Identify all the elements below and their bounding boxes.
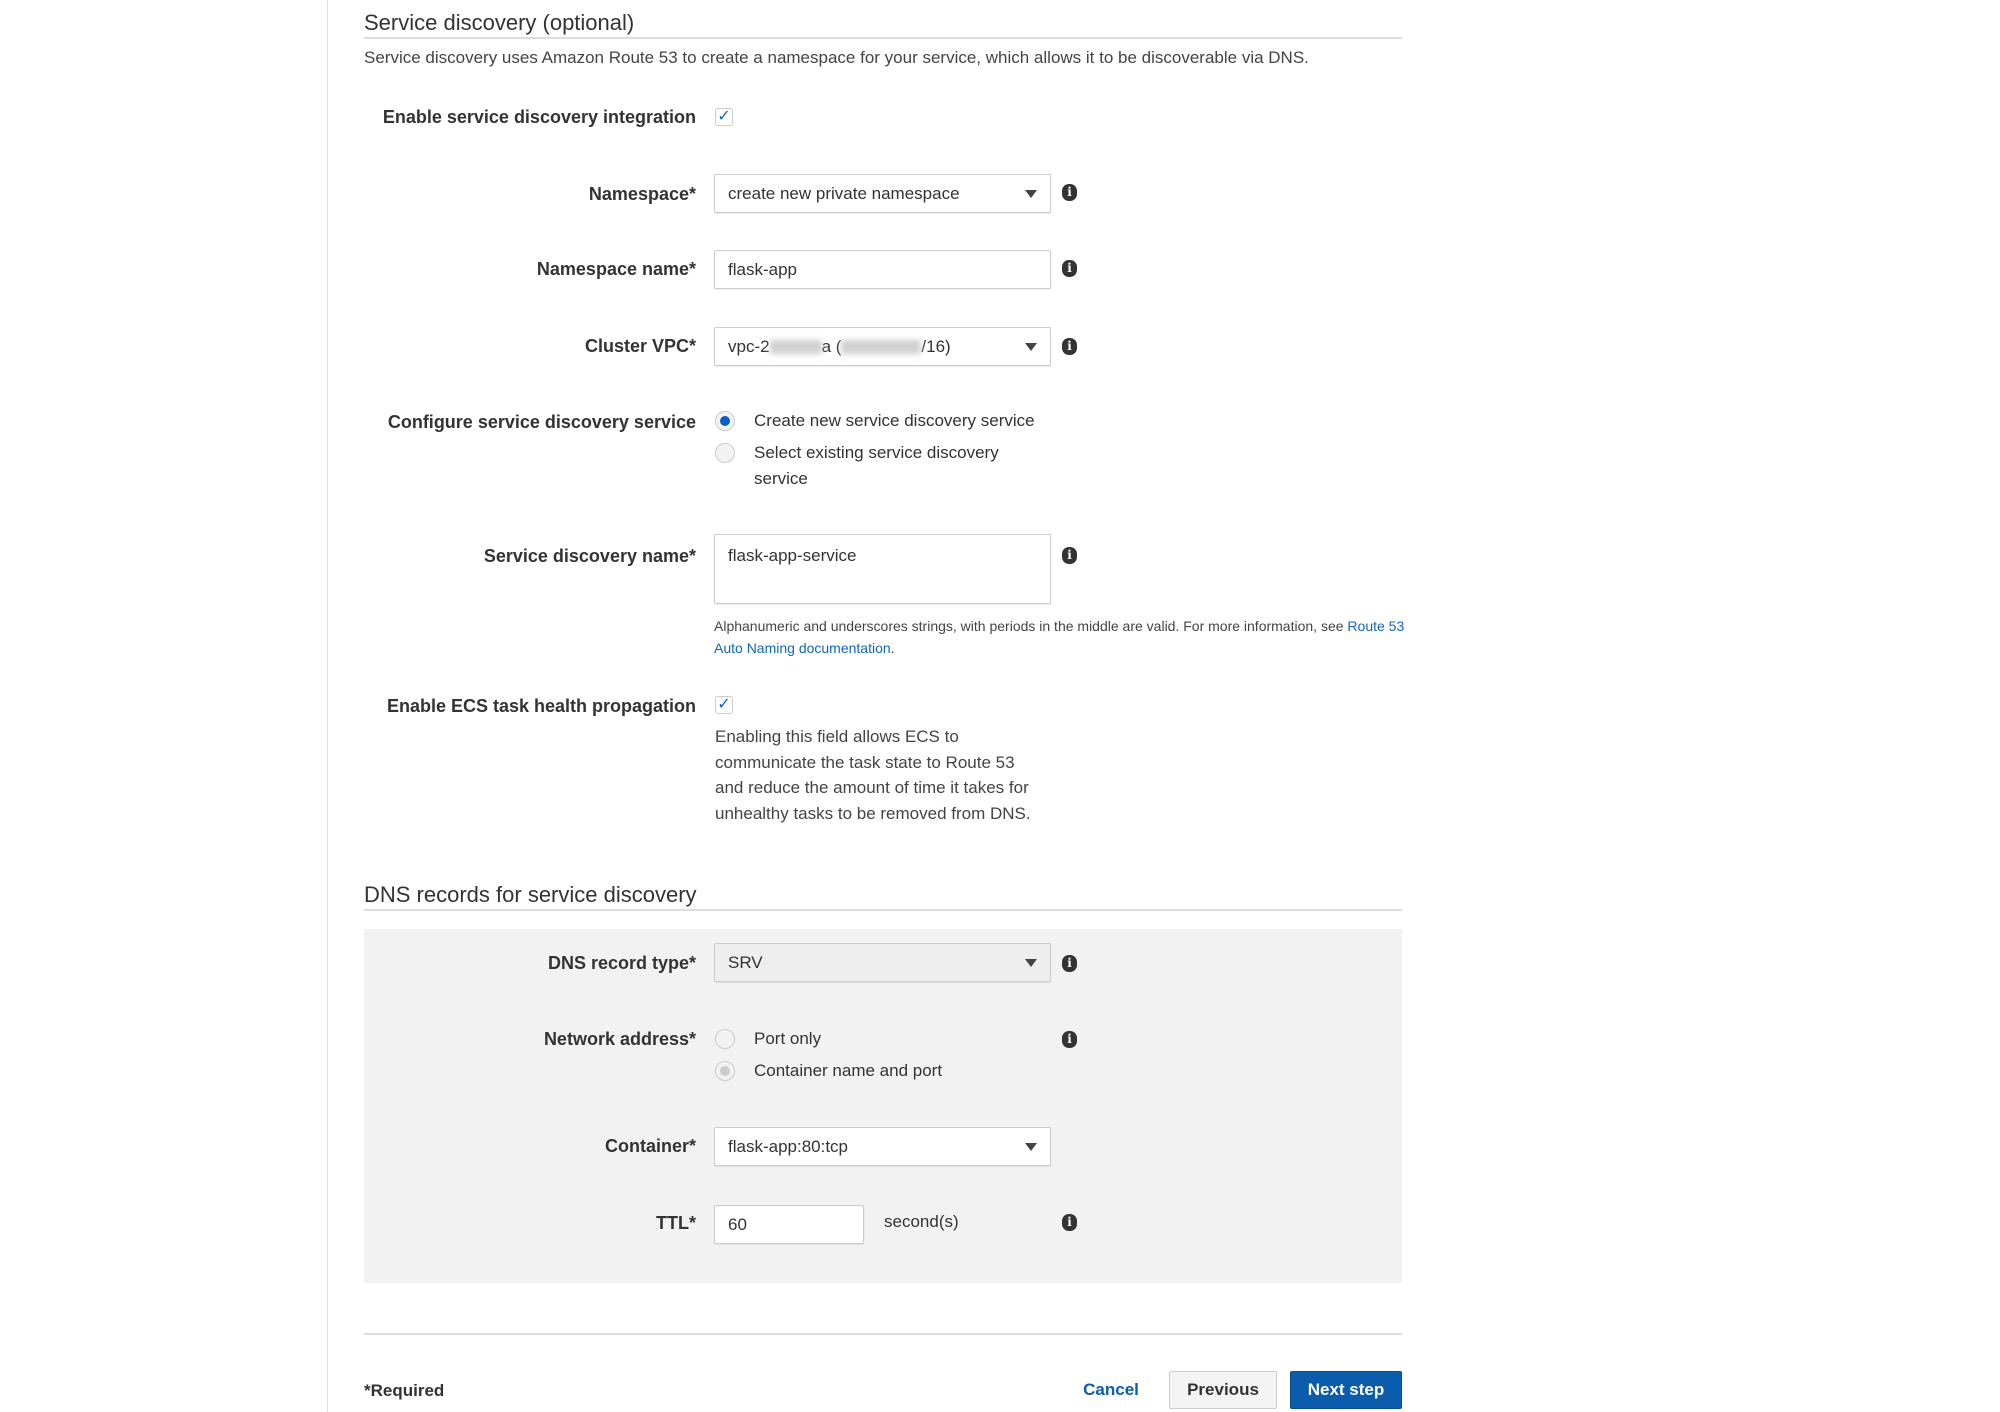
required-note: *Required [364,1381,445,1400]
container-value: flask-app:80:tcp [728,1136,849,1156]
radio-create-new[interactable] [715,411,735,431]
vpc-prefix: vpc-2 [728,336,770,356]
cluster-vpc-label: Cluster VPC* [584,336,696,356]
info-icon[interactable]: i [1062,547,1077,564]
radio-select-existing-label: Select existing service discovery servic… [754,443,999,488]
container-select[interactable]: flask-app:80:tcp [714,1127,1051,1166]
check-icon: ✓ [717,696,731,713]
caret-down-icon [1025,1143,1037,1151]
caret-down-icon [1025,959,1037,967]
divider [364,909,1402,911]
namespace-name-input[interactable]: flask-app [714,250,1051,289]
sd-name-value: flask-app-service [728,546,857,565]
footer-divider [364,1333,1402,1335]
vpc-suffix: /16) [921,336,951,356]
ttl-input[interactable]: 60 [714,1205,864,1244]
cluster-vpc-select[interactable]: vpc-2 a ( /16) [714,327,1051,366]
namespace-label: Namespace* [588,184,696,204]
redacted [841,339,922,354]
dns-type-select[interactable]: SRV [714,943,1051,982]
section-description: Service discovery uses Amazon Route 53 t… [364,48,1309,67]
sd-name-label: Service discovery name* [483,546,696,566]
info-icon[interactable]: i [1062,955,1077,972]
ttl-unit: second(s) [884,1212,959,1231]
help-text: Alphanumeric and underscores strings, wi… [714,618,1344,634]
dns-type-value: SRV [728,952,763,972]
ttl-label: TTL* [656,1213,696,1233]
radio-port-only-label: Port only [754,1029,822,1048]
radio-select-existing[interactable] [715,443,735,463]
caret-down-icon [1025,343,1037,351]
panel-divider [327,0,328,1412]
cancel-button[interactable]: Cancel [1075,1371,1147,1409]
configure-sd-label: Configure service discovery service [387,412,696,432]
help-end: . [890,640,895,656]
namespace-name-value: flask-app [728,259,797,279]
ttl-value: 60 [728,1214,747,1234]
radio-port-only[interactable] [715,1029,735,1049]
info-icon[interactable]: i [1062,184,1077,201]
dns-type-label: DNS record type* [547,953,696,973]
redacted [769,339,822,354]
next-step-button[interactable]: Next step [1290,1371,1402,1409]
radio-create-new-label: Create new service discovery service [754,411,1035,430]
health-checkbox[interactable]: ✓ [715,696,733,714]
container-label: Container* [604,1136,696,1156]
enable-sd-label: Enable service discovery integration [382,107,696,127]
enable-sd-checkbox[interactable]: ✓ [715,108,733,126]
namespace-select[interactable]: create new private namespace [714,174,1051,213]
previous-button[interactable]: Previous [1169,1371,1277,1409]
namespace-name-label: Namespace name* [536,259,696,279]
divider [364,37,1402,39]
info-icon[interactable]: i [1062,260,1077,277]
info-icon[interactable]: i [1062,1214,1077,1231]
namespace-value: create new private namespace [728,183,960,203]
health-label: Enable ECS task health propagation [386,696,696,716]
section-title-dns: DNS records for service discovery [364,882,697,907]
health-help: Enabling this field allows ECS to commun… [715,727,1031,824]
caret-down-icon [1025,190,1037,198]
info-icon[interactable]: i [1062,338,1077,355]
sd-name-help: Alphanumeric and underscores strings, wi… [714,615,1414,659]
check-icon: ✓ [717,108,731,125]
sd-name-textarea[interactable]: flask-app-service [714,534,1051,604]
info-icon[interactable]: i [1062,1031,1077,1048]
section-title-service-discovery: Service discovery (optional) [364,10,635,35]
vpc-mid: a ( [821,336,842,356]
radio-container-name-port[interactable] [715,1061,735,1081]
network-address-label: Network address* [543,1029,696,1049]
radio-container-name-port-label: Container name and port [754,1061,943,1080]
